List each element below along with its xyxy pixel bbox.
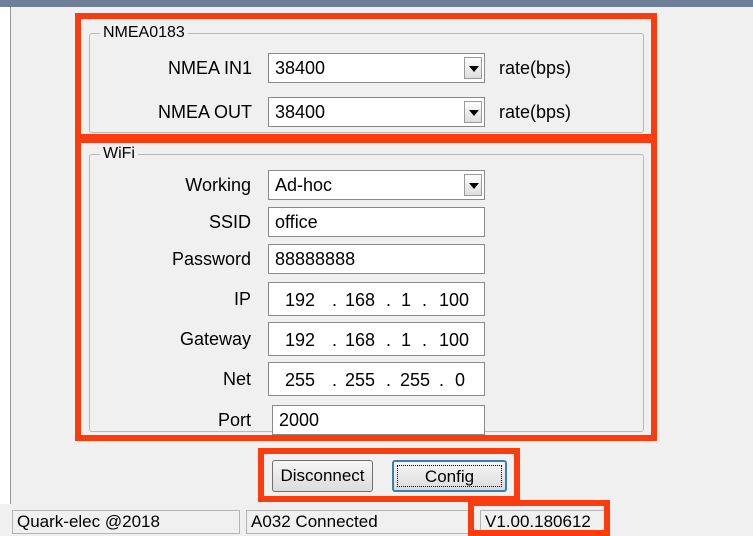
status-bar: Quark-elec @2018 A032 Connected V1.00.18… <box>10 510 753 536</box>
wifi-highlight-box <box>75 137 657 441</box>
window-left-edge <box>0 7 11 504</box>
window-top-edge <box>0 0 753 7</box>
status-connection: A032 Connected <box>246 510 474 534</box>
buttons-highlight-box <box>258 448 520 502</box>
version-highlight-box <box>468 500 610 536</box>
nmea-highlight-box <box>75 13 657 140</box>
status-copyright: Quark-elec @2018 <box>12 510 240 534</box>
